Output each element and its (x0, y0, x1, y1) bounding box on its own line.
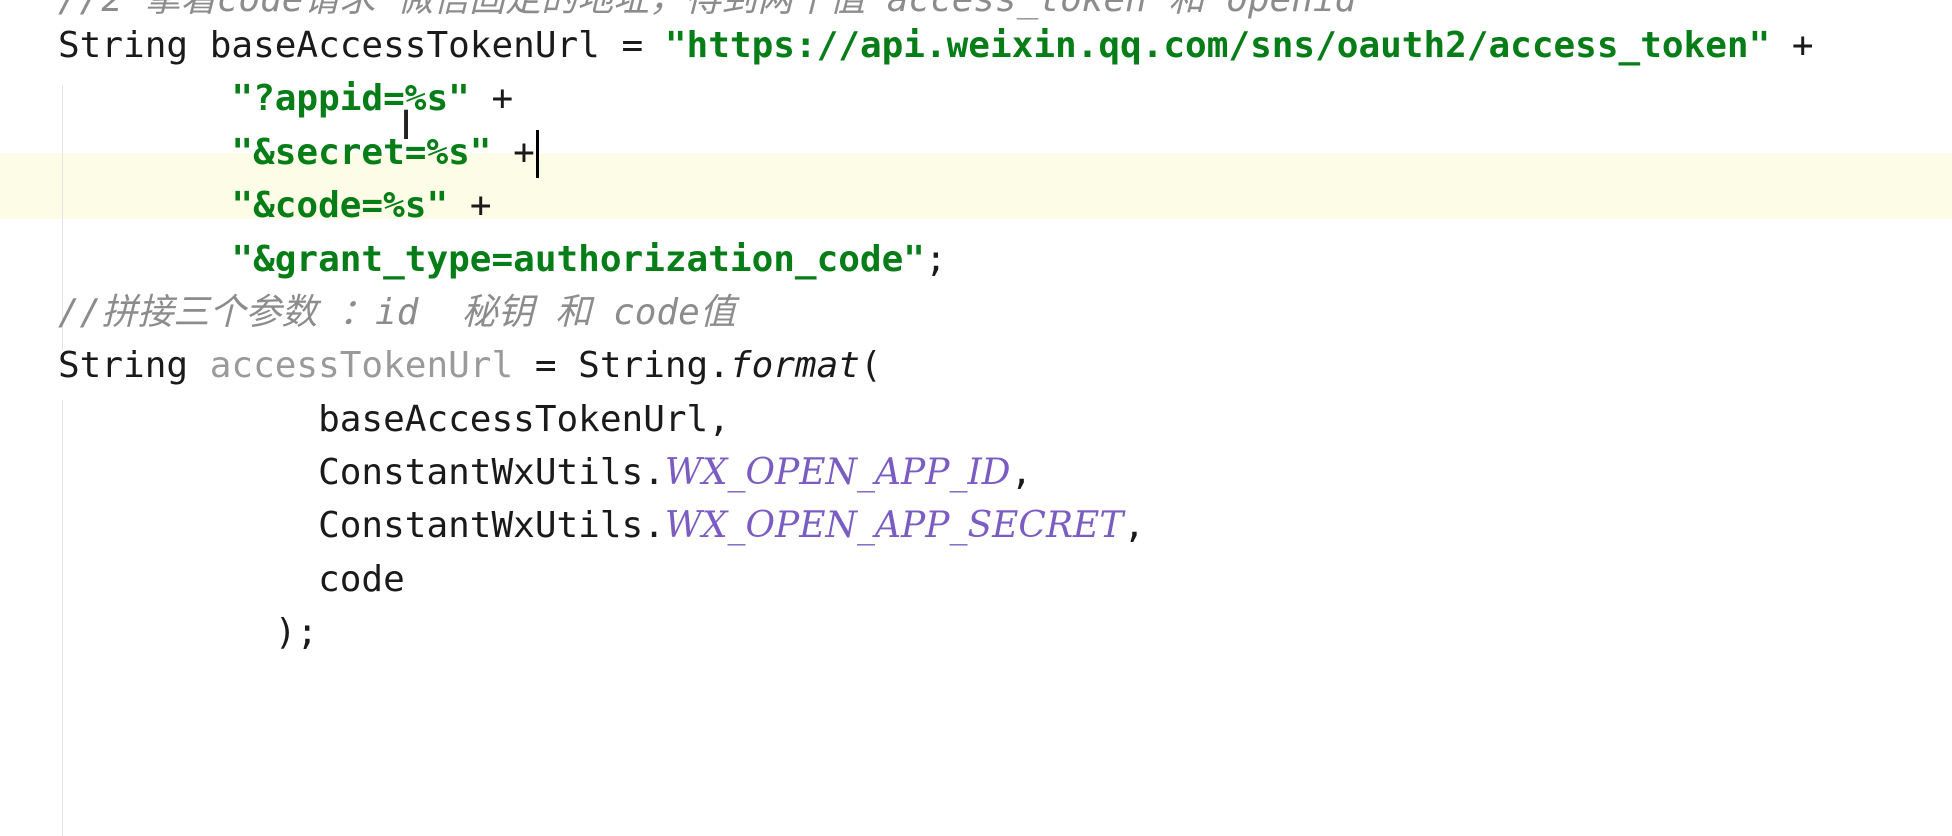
token-plain: + (491, 132, 535, 173)
token-str: "&code=%s" (231, 185, 449, 226)
token-str: "https://api.weixin.qq.com/sns/oauth2/ac… (664, 25, 1771, 66)
token-plain: ; (924, 239, 947, 280)
token-plain: , (1010, 452, 1033, 493)
code-editor[interactable]: //2 拿着code请求 微信固定的地址，得到两个值 access_token … (0, 0, 1952, 836)
token-str: "&secret=%s" (231, 132, 492, 173)
i-beam-cursor-icon: I (400, 103, 412, 149)
token-cmt: //拼接三个参数 ：id 秘钥 和 code值 (58, 292, 736, 333)
token-const: WX_OPEN_APP_SECRET (664, 505, 1124, 546)
token-static-call: format (729, 345, 860, 386)
token-plain: + (448, 185, 492, 226)
token-unused: accessTokenUrl (209, 345, 514, 386)
token-plain: ); (58, 612, 319, 653)
token-plain: String baseAccessTokenUrl = (58, 25, 665, 66)
token-plain: String (58, 345, 210, 386)
token-plain: = String. (513, 345, 730, 386)
token-plain: + (469, 78, 514, 119)
token-plain: code (58, 559, 405, 600)
text-caret (535, 130, 539, 178)
token-plain: ( (859, 345, 882, 386)
token-plain: + (1770, 25, 1814, 66)
token-str: "?appid=%s" (231, 78, 470, 119)
token-plain: ConstantWxUtils. (58, 505, 665, 546)
token-str: "&grant_type=authorization_code" (231, 239, 925, 280)
code-line-close-paren[interactable]: ); (0, 600, 1952, 666)
token-plain: baseAccessTokenUrl, (58, 399, 730, 440)
token-plain: ConstantWxUtils. (58, 452, 665, 493)
token-const: WX_OPEN_APP_ID (664, 452, 1011, 493)
token-plain: , (1123, 505, 1146, 546)
